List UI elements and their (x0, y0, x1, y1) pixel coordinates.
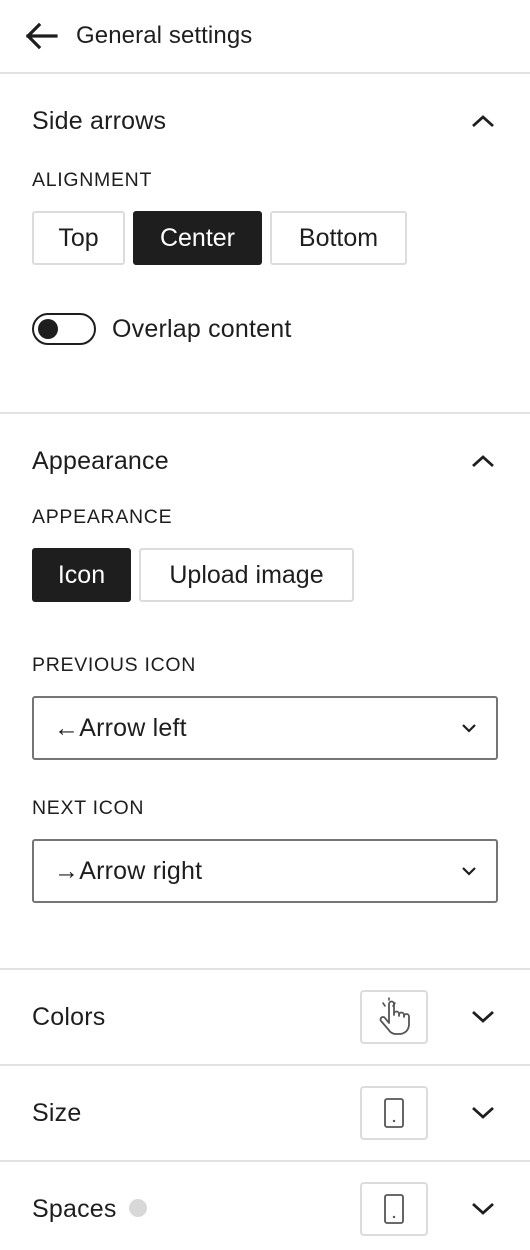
appearance-icon-button[interactable]: Icon (32, 548, 131, 602)
size-panel-toggle[interactable]: Size (0, 1066, 530, 1160)
appearance-title: Appearance (32, 446, 169, 475)
next-icon-value: →Arrow right (54, 856, 203, 885)
next-icon-label: NEXT ICON (32, 797, 145, 819)
chevron-down-icon (468, 1002, 498, 1032)
side-arrows-panel-toggle[interactable]: Side arrows (0, 74, 530, 168)
spaces-title-text: Spaces (32, 1194, 117, 1223)
spaces-title: Spaces (32, 1195, 360, 1224)
alignment-segmented-control: Top Center Bottom (32, 211, 530, 265)
overlap-content-toggle[interactable] (32, 313, 96, 345)
chevron-down-icon (468, 1194, 498, 1224)
next-icon-select[interactable]: →Arrow right (32, 839, 498, 903)
colors-state-button[interactable] (360, 990, 428, 1044)
chevron-down-icon (462, 724, 476, 733)
pointer-hand-icon (379, 997, 410, 1035)
size-panel: Size (0, 1066, 530, 1162)
colors-title: Colors (32, 1002, 106, 1031)
alignment-center-button[interactable]: Center (133, 211, 262, 265)
appearance-panel: Appearance APPEARANCE Icon Upload image … (0, 414, 530, 970)
previous-icon-value: ←Arrow left (54, 713, 187, 742)
overlap-content-row: Overlap content (32, 313, 530, 345)
chevron-up-icon (468, 106, 498, 136)
page-title: General settings (76, 22, 253, 49)
size-title: Size (32, 1098, 82, 1127)
previous-icon-select[interactable]: ←Arrow left (32, 696, 498, 760)
chevron-down-icon (468, 1098, 498, 1128)
arrow-left-icon (25, 22, 58, 50)
appearance-panel-toggle[interactable]: Appearance (0, 414, 530, 508)
chevron-up-icon (468, 446, 498, 476)
side-arrows-panel: Side arrows ALIGNMENT Top Center Bottom … (0, 74, 530, 414)
mobile-device-icon (384, 1194, 404, 1224)
alignment-top-button[interactable]: Top (32, 211, 125, 265)
appearance-label: APPEARANCE (32, 506, 173, 528)
spaces-device-button[interactable] (360, 1182, 428, 1236)
back-button[interactable] (22, 17, 60, 55)
previous-icon-label: PREVIOUS ICON (32, 654, 197, 676)
mobile-device-icon (384, 1098, 404, 1128)
settings-header: General settings (0, 0, 530, 74)
spaces-panel: Spaces (0, 1162, 530, 1250)
spaces-panel-toggle[interactable]: Spaces (0, 1162, 530, 1250)
chevron-down-icon (462, 867, 476, 876)
modified-indicator-dot (128, 1198, 147, 1217)
side-arrows-title: Side arrows (32, 106, 167, 135)
size-device-button[interactable] (360, 1086, 428, 1140)
toggle-knob (38, 319, 58, 339)
appearance-upload-image-button[interactable]: Upload image (139, 548, 354, 602)
colors-panel-toggle[interactable]: Colors (0, 970, 530, 1064)
colors-panel: Colors (0, 970, 530, 1066)
alignment-label: ALIGNMENT (32, 169, 153, 191)
alignment-bottom-button[interactable]: Bottom (270, 211, 407, 265)
appearance-segmented-control: Icon Upload image (32, 548, 530, 602)
overlap-content-label: Overlap content (112, 314, 292, 343)
